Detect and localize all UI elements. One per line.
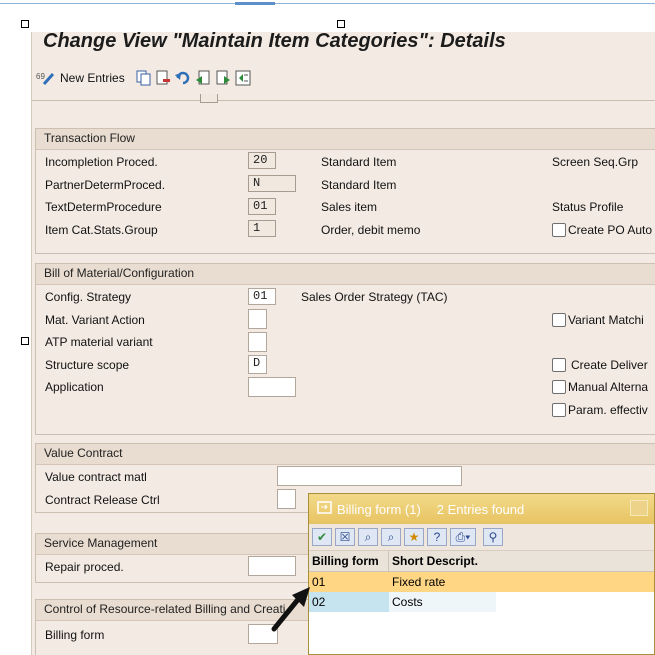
group-title: Bill of Material/Configuration [36, 264, 655, 285]
billing-form-popup: Billing form (1) 2 Entries found ✔ ☒ ⌕ ⌕… [308, 493, 655, 655]
structure-scope-label: Structure scope [45, 358, 130, 372]
table-row[interactable]: 01 Fixed rate [309, 572, 654, 592]
contract-release-label: Contract Release Ctrl [45, 493, 160, 507]
select-icon[interactable] [235, 70, 251, 86]
repair-proc-field[interactable] [248, 556, 296, 576]
help-icon[interactable]: ? [427, 528, 447, 546]
delete-icon[interactable] [155, 70, 171, 86]
config-strategy-field[interactable]: 01 [248, 288, 276, 305]
incompletion-proc-label: Incompletion Proced. [45, 155, 158, 169]
partner-determ-desc: Standard Item [321, 178, 397, 192]
cell-billing-form: 02 [309, 592, 389, 612]
copy-icon[interactable] [135, 70, 151, 86]
value-contract-matl-label: Value contract matl [45, 470, 147, 484]
config-strategy-label: Config. Strategy [45, 290, 132, 304]
partner-determ-label: PartnerDetermProced. [45, 178, 166, 192]
group-title: Value Contract [36, 444, 655, 465]
atp-variant-field[interactable] [248, 332, 267, 352]
incompletion-proc-field[interactable]: 20 [248, 152, 276, 169]
mat-variant-field[interactable] [248, 309, 267, 329]
incompletion-proc-desc: Standard Item [321, 155, 397, 169]
selection-handle[interactable] [21, 20, 29, 28]
pointer-arrow-icon [271, 587, 310, 632]
param-effective-checkbox[interactable] [552, 403, 566, 417]
prev-entry-icon[interactable] [195, 70, 211, 86]
create-po-label: Create PO Auto [568, 223, 653, 237]
popup-dialog-icon [317, 500, 333, 518]
param-effective-label: Param. effectiv [568, 403, 648, 417]
new-entries-button[interactable]: New Entries [60, 71, 125, 85]
next-entry-icon[interactable] [215, 70, 231, 86]
application-field[interactable] [248, 377, 296, 397]
application-label: Application [45, 380, 104, 394]
item-cat-stats-desc: Order, debit memo [321, 223, 421, 237]
text-determ-desc: Sales item [321, 200, 378, 214]
text-determ-field[interactable]: 01 [248, 198, 276, 215]
top-tab-indicator [235, 2, 275, 5]
text-determ-label: TextDetermProcedure [45, 200, 162, 214]
scrolled-field-stub [200, 94, 218, 103]
config-strategy-desc: Sales Order Strategy (TAC) [301, 290, 448, 304]
find-next-icon[interactable]: ⌕ [381, 528, 401, 546]
billing-form-label: Billing form [45, 628, 105, 642]
popup-toolbar: ✔ ☒ ⌕ ⌕ ★ ? ⎙▾ ⚲ [309, 524, 654, 551]
col-header-short-desc[interactable]: Short Descript. [389, 551, 478, 571]
page-title: Change View "Maintain Item Categories": … [43, 32, 506, 52]
result-list: Billing form Short Descript. 01 Fixed ra… [309, 551, 654, 612]
selection-handle[interactable] [21, 337, 29, 345]
popup-title-bar[interactable]: Billing form (1) 2 Entries found [309, 494, 654, 524]
cell-billing-form: 01 [312, 575, 326, 589]
mat-variant-label: Mat. Variant Action [45, 313, 145, 327]
application-toolbar: 69 New Entries [36, 67, 255, 89]
item-cat-stats-label: Item Cat.Stats.Group [45, 223, 158, 237]
popup-title: Billing form (1) [337, 501, 421, 517]
print-icon[interactable]: ⎙▾ [450, 528, 476, 546]
table-row[interactable]: 02 Costs [309, 592, 654, 612]
confirm-icon[interactable]: ✔ [312, 528, 332, 546]
item-cat-stats-field[interactable]: 1 [248, 220, 276, 237]
result-list-header: Billing form Short Descript. [309, 551, 654, 572]
structure-scope-field[interactable]: D [248, 355, 267, 374]
status-profile-label: Status Profile [552, 200, 624, 214]
cancel-icon[interactable]: ☒ [335, 528, 355, 546]
top-border-line [0, 3, 655, 4]
col-header-billing-form[interactable]: Billing form [309, 551, 389, 571]
filter-icon[interactable]: ⚲ [483, 528, 503, 546]
atp-variant-label: ATP material variant [45, 335, 153, 349]
group-title: Transaction Flow [36, 129, 655, 150]
find-icon[interactable]: ⌕ [358, 528, 378, 546]
variant-matching-checkbox[interactable] [552, 313, 566, 327]
display-change-icon[interactable]: 69 [36, 70, 56, 86]
create-delivery-label: Create Deliver [571, 358, 648, 372]
undo-icon[interactable] [174, 70, 191, 86]
create-delivery-checkbox[interactable] [552, 358, 566, 372]
selection-handle[interactable] [337, 20, 345, 28]
value-contract-matl-field[interactable] [277, 466, 462, 486]
minimize-icon[interactable] [630, 500, 648, 516]
contract-release-field[interactable] [277, 489, 296, 509]
partner-determ-field[interactable]: N [248, 175, 296, 192]
cell-short-desc: Fixed rate [392, 575, 446, 589]
cell-short-desc: Costs [389, 592, 496, 612]
popup-entries-count: 2 Entries found [436, 501, 525, 517]
svg-text:69: 69 [36, 72, 45, 81]
create-po-checkbox[interactable] [552, 223, 566, 237]
toolbar-separator [32, 100, 655, 101]
repair-proc-label: Repair proced. [45, 560, 124, 574]
screen-seq-label: Screen Seq.Grp [552, 155, 639, 169]
manual-alt-checkbox[interactable] [552, 380, 566, 394]
variant-matching-label: Variant Matchi [568, 313, 644, 327]
favorites-icon[interactable]: ★ [404, 528, 424, 546]
manual-alt-label: Manual Alterna [568, 380, 649, 394]
